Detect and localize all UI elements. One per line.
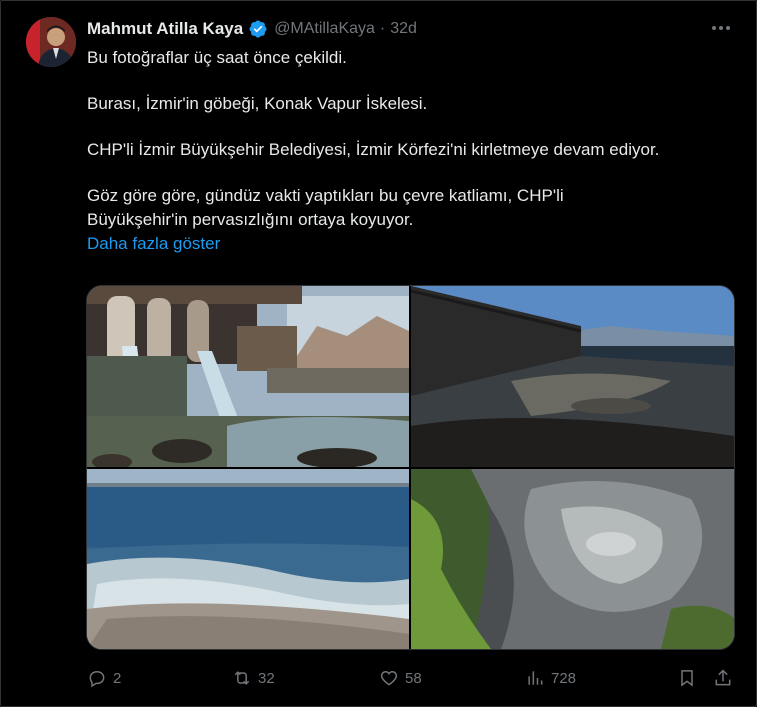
bookmark-icon — [681, 670, 693, 687]
tweet-line: Bu fotoğraflar üç saat önce çekildi. — [87, 48, 347, 67]
author-handle[interactable]: @MAtillaKaya — [274, 20, 375, 38]
separator-dot: · — [379, 20, 386, 37]
media-grid — [86, 285, 735, 650]
tweet-line: Büyükşehir'in pervasızlığını ortaya koyu… — [87, 210, 414, 229]
share-icon — [715, 669, 731, 686]
like-button[interactable]: 58 — [373, 663, 422, 693]
media-photo-rocks[interactable] — [411, 469, 734, 649]
bookmark-button[interactable] — [671, 663, 703, 693]
reply-icon — [89, 670, 105, 688]
timestamp[interactable]: 32d — [390, 20, 417, 38]
reply-count: 2 — [113, 669, 122, 687]
show-more-link[interactable]: Daha fazla göster — [87, 234, 220, 253]
views-count: 728 — [551, 669, 577, 687]
repost-icon — [234, 671, 250, 685]
media-photo-pipes[interactable] — [87, 286, 409, 467]
tweet-line: Göz göre göre, gündüz vakti yaptıkları b… — [87, 186, 564, 205]
views-icon — [528, 671, 543, 685]
verified-badge-icon — [249, 20, 267, 38]
views-button[interactable]: 728 — [519, 663, 576, 693]
more-icon[interactable] — [706, 13, 736, 43]
tweet-line: CHP'li İzmir Büyükşehir Belediyesi, İzmi… — [87, 140, 660, 159]
author-name[interactable]: Mahmut Atilla Kaya — [87, 19, 243, 39]
media-photo-sea-foam[interactable] — [87, 469, 409, 649]
repost-button[interactable]: 32 — [226, 663, 275, 693]
tweet-card[interactable]: Mahmut Atilla Kaya @MAtillaKaya · 32d Bu… — [0, 0, 757, 707]
repost-count: 32 — [258, 669, 275, 687]
reply-button[interactable]: 2 — [81, 663, 121, 693]
tweet-text: Bu fotoğraflar üç saat önce çekildi. Bur… — [87, 46, 737, 256]
action-bar: 2 32 58 728 — [81, 663, 741, 693]
share-button[interactable] — [707, 663, 739, 693]
like-count: 58 — [405, 669, 422, 687]
tweet-line: Burası, İzmir'in göbeği, Konak Vapur İsk… — [87, 94, 428, 113]
tweet-header: Mahmut Atilla Kaya @MAtillaKaya · 32d — [87, 18, 736, 40]
like-icon — [380, 670, 398, 686]
media-photo-pier[interactable] — [411, 286, 734, 467]
avatar[interactable] — [26, 17, 76, 67]
